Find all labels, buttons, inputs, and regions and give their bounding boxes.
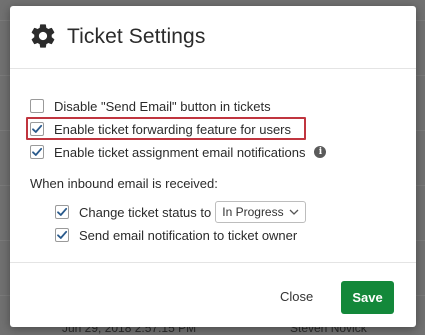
checkmark-icon [57, 230, 68, 239]
option-enable-ticket-forwarding[interactable]: Enable ticket forwarding feature for use… [30, 119, 291, 139]
save-button[interactable]: Save [341, 281, 394, 314]
checkbox-enable-assignment-notifications[interactable] [30, 145, 44, 159]
dialog-header: Ticket Settings [10, 6, 416, 69]
checkbox-enable-ticket-forwarding[interactable] [30, 122, 44, 136]
gear-icon [31, 24, 55, 48]
option-enable-assignment-notifications[interactable]: Enable ticket assignment email notificat… [30, 142, 327, 162]
dialog-body: Disable "Send Email" button in tickets E… [10, 70, 416, 260]
ticket-status-selected-value: In Progress [222, 205, 284, 219]
checkbox-notify-ticket-owner[interactable] [55, 228, 69, 242]
option-disable-send-email[interactable]: Disable "Send Email" button in tickets [30, 96, 271, 116]
ticket-settings-dialog: Ticket Settings Disable "Send Email" but… [10, 6, 416, 327]
info-icon[interactable]: i [314, 146, 327, 158]
option-label: Enable ticket forwarding feature for use… [54, 121, 292, 137]
dialog-title: Ticket Settings [67, 25, 206, 48]
close-button[interactable]: Close [280, 289, 313, 304]
dialog-footer: Close Save [10, 262, 416, 327]
checkmark-icon [32, 124, 43, 133]
ticket-status-select[interactable]: In Progress [215, 201, 307, 223]
option-label: Disable "Send Email" button in tickets [54, 98, 271, 114]
option-label: Change ticket status to [79, 204, 212, 220]
checkmark-icon [32, 147, 43, 156]
checkbox-change-ticket-status[interactable] [55, 205, 69, 219]
inbound-email-section-label: When inbound email is received: [30, 176, 218, 191]
checkmark-icon [57, 207, 68, 216]
option-label: Send email notification to ticket owner [79, 227, 298, 243]
checkbox-disable-send-email[interactable] [30, 99, 44, 113]
chevron-down-icon [289, 209, 299, 215]
option-notify-ticket-owner[interactable]: Send email notification to ticket owner [55, 225, 297, 245]
option-label: Enable ticket assignment email notificat… [54, 144, 306, 160]
option-change-ticket-status[interactable]: Change ticket status to In Progress [55, 200, 307, 224]
